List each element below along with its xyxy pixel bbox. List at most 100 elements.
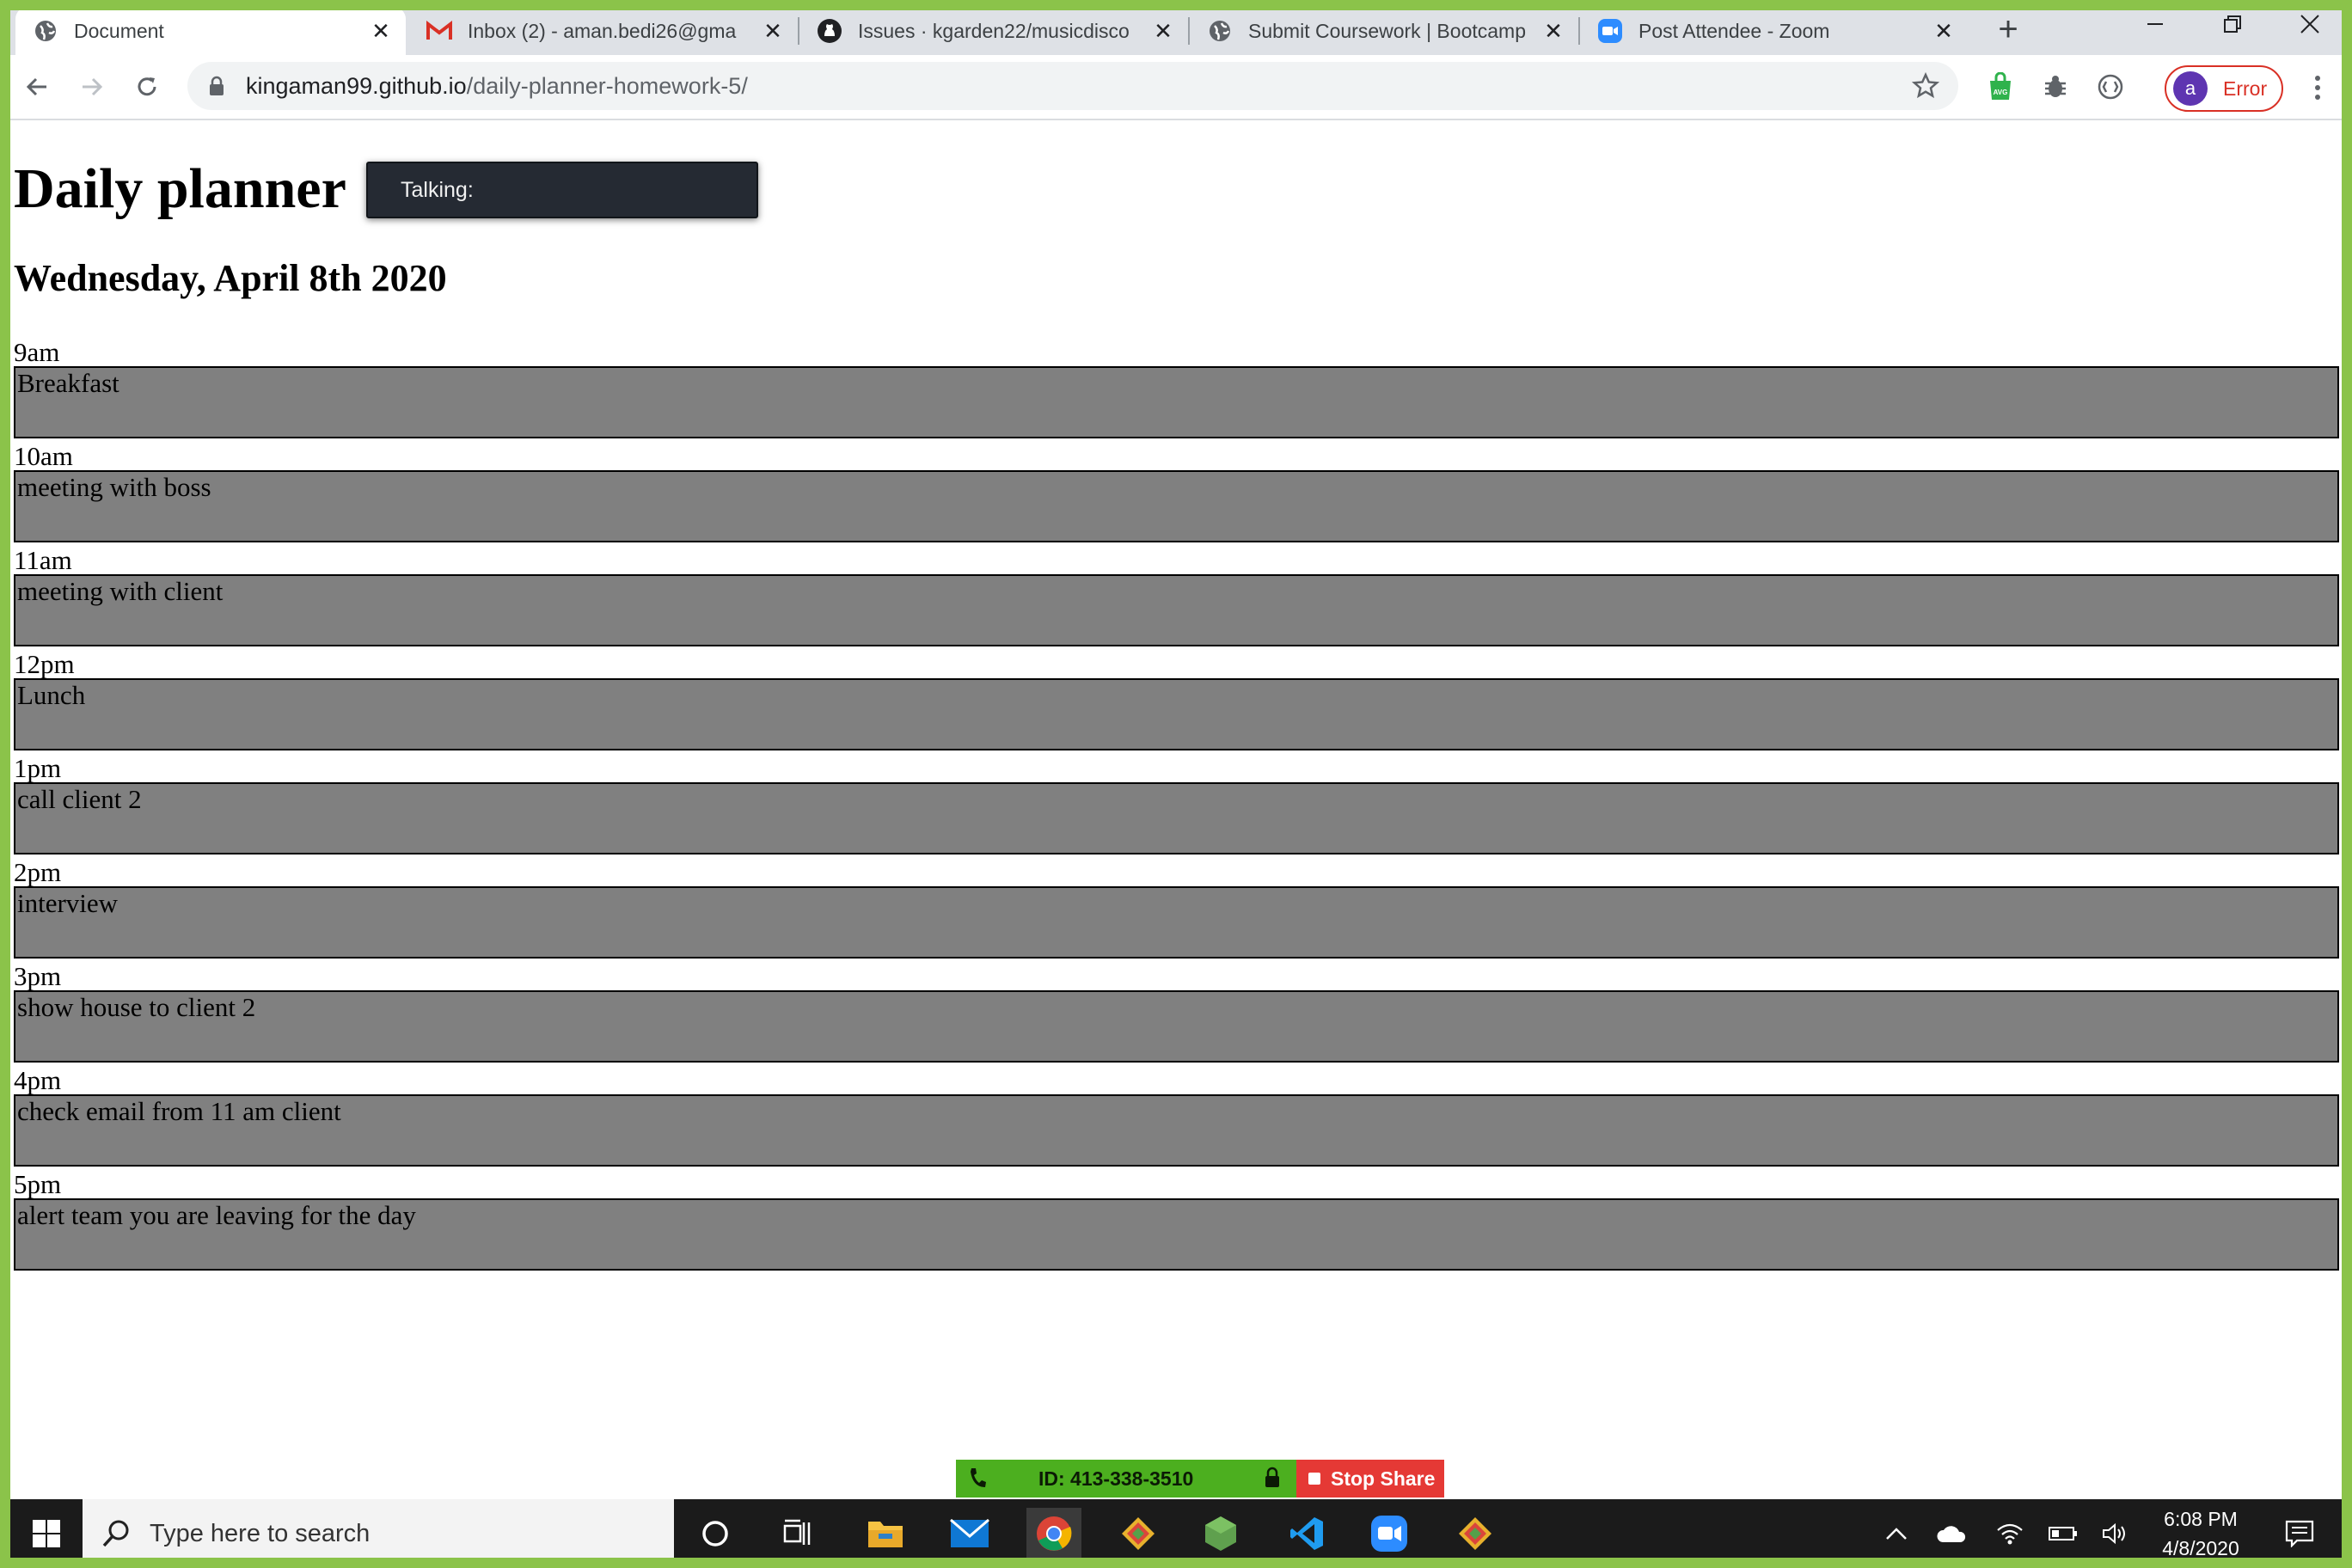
tab-submit-coursework[interactable]: Submit Coursework | Bootcamp ✕ [1190, 7, 1578, 55]
hour-row-4pm: 4pm check email from 11 am client [14, 1067, 2340, 1171]
zoom-app-icon[interactable] [1363, 1508, 1415, 1559]
hour-label: 9am [14, 337, 60, 367]
start-button[interactable] [10, 1499, 83, 1568]
hour-label: 10am [14, 441, 73, 471]
mail-icon[interactable] [944, 1508, 995, 1559]
minimize-icon [2147, 23, 2163, 25]
avatar: a [2173, 71, 2208, 106]
tab-title: Inbox (2) - aman.bedi26@gma [468, 19, 737, 42]
tab-strip: Document ✕ Inbox (2) - aman.bedi26@gma ✕… [0, 0, 2352, 55]
hour-textarea[interactable]: show house to client 2 [14, 990, 2339, 1063]
bug-extension-icon[interactable] [2036, 67, 2075, 107]
url-path: /daily-planner-homework-5/ [466, 72, 748, 99]
avg-extension-icon[interactable]: AVG [1981, 67, 2020, 107]
chevron-up-icon[interactable] [1877, 1511, 1915, 1556]
lock-icon [1264, 1467, 1281, 1494]
gmail-icon [426, 18, 452, 44]
talking-label: Talking: [401, 177, 474, 202]
back-arrow-icon [26, 77, 46, 96]
stop-icon [1308, 1473, 1320, 1485]
nodejs-icon[interactable] [1195, 1508, 1246, 1559]
volume-icon[interactable] [2096, 1511, 2134, 1556]
minimize-button[interactable] [2116, 0, 2194, 48]
svg-text:AVG: AVG [1994, 89, 2008, 96]
hour-textarea[interactable]: Lunch [14, 678, 2339, 750]
windows-logo-icon [33, 1520, 60, 1547]
close-icon[interactable]: ✕ [1931, 18, 1957, 44]
talking-indicator: Talking: [366, 162, 758, 218]
tab-github-issues[interactable]: Issues · kgarden22/musicdisco ✕ [799, 7, 1188, 55]
reload-icon [138, 77, 156, 96]
hour-row-2pm: 2pm interview [14, 859, 2340, 963]
zoom-meeting-id[interactable]: ID: 413-338-3510 [956, 1460, 1296, 1498]
hour-row-3pm: 3pm show house to client 2 [14, 963, 2340, 1067]
hour-row-10am: 10am meeting with boss [14, 443, 2340, 547]
forward-button[interactable] [70, 65, 113, 108]
vscode-icon[interactable] [1281, 1508, 1332, 1559]
close-icon[interactable]: ✕ [1540, 18, 1566, 44]
hour-textarea[interactable]: interview [14, 886, 2339, 959]
globe-icon [33, 18, 58, 44]
menu-kebab-icon[interactable] [2300, 69, 2335, 107]
cortana-icon[interactable] [689, 1508, 741, 1559]
hour-textarea[interactable]: meeting with boss [14, 470, 2339, 542]
forward-arrow-icon [83, 77, 103, 96]
notification-center-icon[interactable] [2278, 1511, 2321, 1556]
hour-textarea[interactable]: alert team you are leaving for the day [14, 1198, 2339, 1271]
hour-label: 12pm [14, 649, 75, 679]
globe-icon [1207, 18, 1233, 44]
close-icon[interactable]: ✕ [1150, 18, 1176, 44]
onedrive-icon[interactable] [1932, 1511, 1970, 1556]
restore-button[interactable] [2194, 0, 2271, 48]
lock-icon[interactable] [208, 76, 225, 96]
profile-button[interactable]: a Error [2165, 65, 2283, 112]
hour-label: 2pm [14, 857, 62, 887]
back-button[interactable] [15, 65, 58, 108]
hour-label: 1pm [14, 753, 62, 783]
taskbar-search-box[interactable]: Type here to search [83, 1499, 674, 1568]
close-icon[interactable]: ✕ [368, 18, 394, 44]
hour-row-5pm: 5pm alert team you are leaving for the d… [14, 1171, 2340, 1275]
zoom-icon [1597, 18, 1623, 44]
stop-share-button[interactable]: Stop Share [1296, 1460, 1444, 1498]
extension-circle-icon[interactable] [2091, 67, 2130, 107]
task-view-icon[interactable] [772, 1508, 824, 1559]
search-placeholder: Type here to search [150, 1519, 371, 1547]
bookmark-star-icon[interactable] [1911, 71, 1940, 104]
chrome-icon[interactable] [1026, 1508, 1081, 1559]
address-bar[interactable]: kingaman99.github.io/daily-planner-homew… [187, 62, 1958, 110]
restore-icon [2224, 15, 2241, 33]
phone-icon [968, 1467, 987, 1494]
hour-row-11am: 11am meeting with client [14, 547, 2340, 651]
tab-title: Post Attendee - Zoom [1638, 19, 1830, 42]
tab-document[interactable]: Document ✕ [15, 7, 406, 55]
battery-icon[interactable] [2044, 1511, 2082, 1556]
hour-label: 5pm [14, 1169, 62, 1199]
hour-label: 11am [14, 545, 72, 575]
tab-gmail[interactable]: Inbox (2) - aman.bedi26@gma ✕ [409, 7, 798, 55]
new-tab-button[interactable]: + [1989, 10, 2027, 48]
hour-textarea[interactable]: meeting with client [14, 574, 2339, 646]
reload-button[interactable] [126, 65, 168, 108]
hour-textarea[interactable]: Breakfast [14, 366, 2339, 438]
url-host: kingaman99.github.io [246, 72, 467, 99]
stop-share-label: Stop Share [1331, 1467, 1436, 1490]
hour-row-12pm: 12pm Lunch [14, 651, 2340, 755]
close-window-button[interactable] [2271, 0, 2349, 48]
wifi-icon[interactable] [1991, 1511, 2029, 1556]
taskbar-clock[interactable]: 6:08 PM 4/8/2020 [2141, 1499, 2261, 1568]
current-date: Wednesday, April 8th 2020 [14, 257, 447, 299]
profile-error-label: Error [2223, 77, 2268, 100]
tab-zoom[interactable]: Post Attendee - Zoom ✕ [1580, 7, 1969, 55]
hour-textarea[interactable]: check email from 11 am client [14, 1094, 2339, 1167]
close-icon[interactable]: ✕ [760, 18, 786, 44]
hour-list: 9am Breakfast 10am meeting with boss 11a… [14, 339, 2340, 1275]
hour-label: 4pm [14, 1065, 62, 1095]
clock-date: 4/8/2020 [2162, 1537, 2239, 1559]
file-explorer-icon[interactable] [860, 1508, 911, 1559]
git-kraken-icon[interactable] [1449, 1508, 1501, 1559]
github-icon [817, 18, 842, 44]
hour-textarea[interactable]: call client 2 [14, 782, 2339, 854]
tab-title: Issues · kgarden22/musicdisco [858, 19, 1130, 42]
git-kraken-icon[interactable] [1112, 1508, 1164, 1559]
